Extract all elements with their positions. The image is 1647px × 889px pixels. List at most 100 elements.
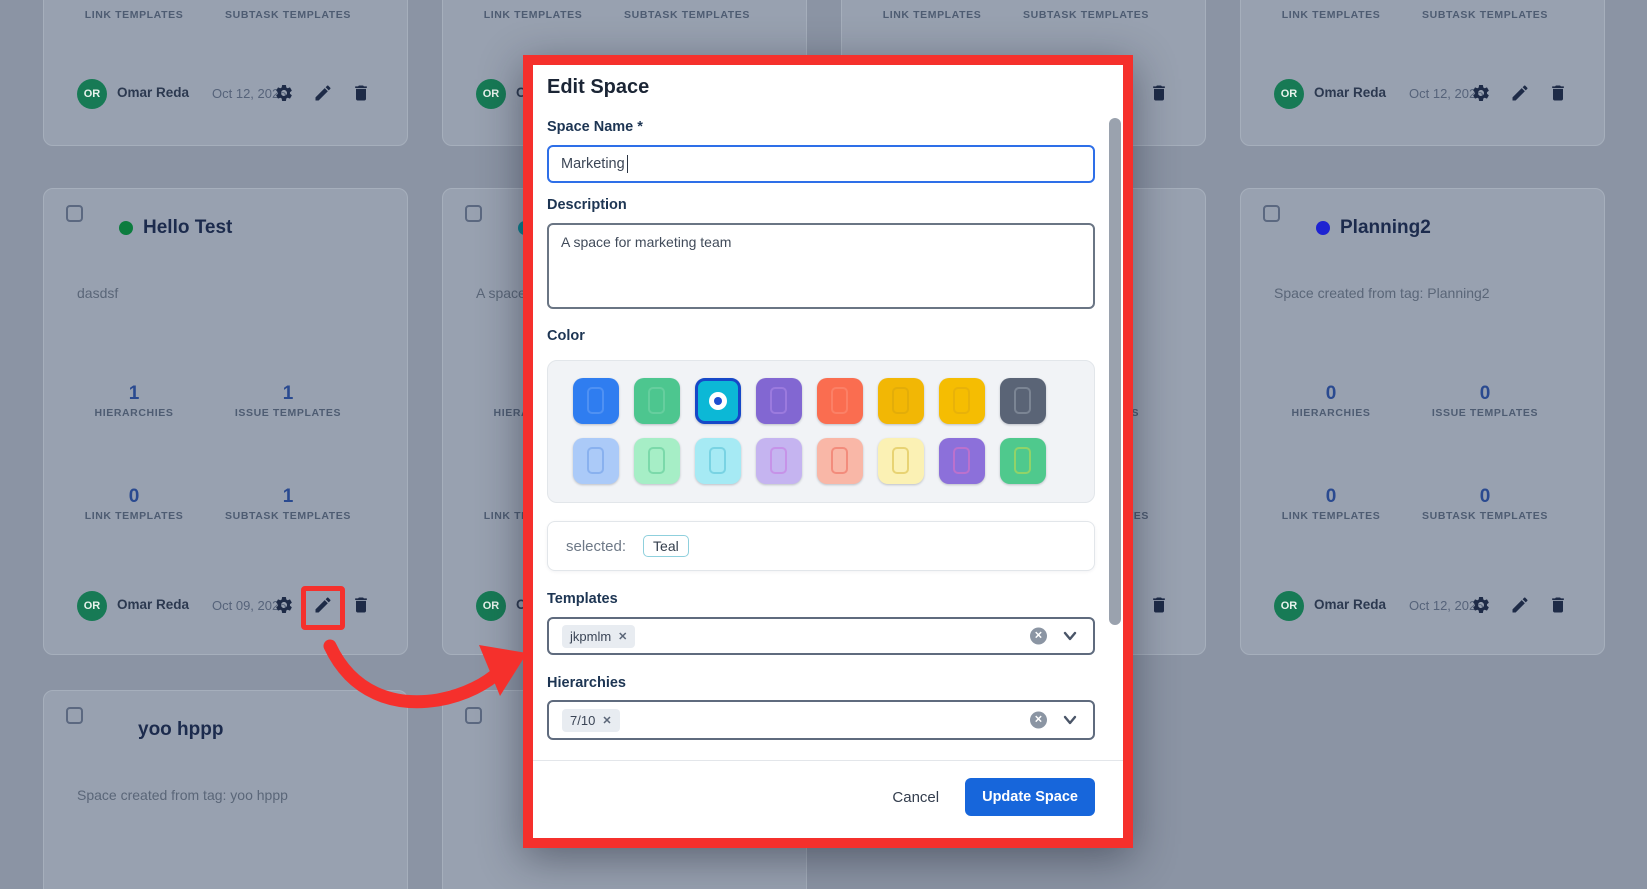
color-swatch-amber[interactable] [878,378,924,424]
settings-button[interactable] [1470,595,1492,617]
space-color-dot [1316,221,1330,235]
edit-button[interactable] [312,83,334,105]
delete-button[interactable] [1547,595,1569,617]
swatch-glyph-icon [831,387,848,414]
hierarchies-select[interactable]: 7/10 ✕ ✕ [547,700,1095,740]
remove-tag-icon[interactable]: ✕ [602,714,611,727]
color-swatch-light-purple[interactable] [756,438,802,484]
stat: 0 LINK TEMPLATES [54,487,214,522]
clear-hierarchies-button[interactable]: ✕ [1030,712,1047,729]
trash-icon [351,83,371,103]
stat-label: LINK TEMPLATES [1251,9,1411,21]
trash-icon [1149,83,1169,103]
stat-label: ISSUE TEMPLATES [1405,407,1565,419]
swatch-row [573,438,1094,484]
stat: 1 SUBTASK TEMPLATES [208,487,368,522]
edit-button[interactable] [1509,83,1531,105]
space-name-input[interactable]: Marketing [547,145,1095,183]
card-checkbox[interactable] [465,205,482,222]
stat-label: HIERARCHIES [1251,407,1411,419]
trash-icon [1548,83,1568,103]
edit-space-form: Edit Space Space Name * Marketing Descri… [547,65,1095,838]
card-footer: OR Omar Reda Oct 12, 2025 [1241,75,1604,113]
space-description: dasdsf [77,285,391,301]
color-swatch-light-green[interactable] [634,438,680,484]
color-swatch-green[interactable] [634,378,680,424]
color-swatch-slate[interactable] [1000,378,1046,424]
stat-label: SUBTASK TEMPLATES [208,9,368,21]
card-checkbox[interactable] [66,205,83,222]
template-tag: jkpmlm ✕ [562,625,635,648]
space-title: yoo hppp [138,719,223,741]
swatch-glyph-icon [648,387,665,414]
color-swatch-teal[interactable] [695,378,741,424]
modal-scrollbar-thumb[interactable] [1109,118,1121,625]
spaces-page: LINK TEMPLATESSUBTASK TEMPLATES OR Omar … [0,0,1647,889]
stat-label: LINK TEMPLATES [54,510,214,522]
color-swatch-light-blue[interactable] [573,438,619,484]
templates-select[interactable]: jkpmlm ✕ ✕ [547,617,1095,655]
color-swatch-green-2[interactable] [1000,438,1046,484]
color-swatch-blue[interactable] [573,378,619,424]
hierarchy-tag: 7/10 ✕ [562,709,620,732]
pencil-icon [1510,83,1530,103]
stat-label: LINK TEMPLATES [852,9,1012,21]
stat-value: 1 [208,384,368,404]
space-card: Hello Test dasdsf 1 HIERARCHIES1 ISSUE T… [43,188,408,655]
modal-title: Edit Space [547,76,649,99]
delete-button[interactable] [350,595,372,617]
stat-value: 0 [1405,384,1565,404]
delete-button[interactable] [1547,83,1569,105]
clear-icon: ✕ [1034,631,1042,642]
cancel-button[interactable]: Cancel [892,789,939,806]
stat-value: 0 [54,487,214,507]
space-title: Planning2 [1340,217,1431,239]
chevron-down-icon[interactable] [1063,715,1077,725]
space-name-label: Space Name * [547,119,643,135]
card-title-row: yoo hppp [138,719,223,741]
description-label: Description [547,197,627,213]
chevron-down-icon[interactable] [1063,631,1077,641]
color-swatch-purple[interactable] [756,378,802,424]
delete-button[interactable] [1148,595,1170,617]
swatch-glyph-icon [953,387,970,414]
settings-button[interactable] [273,83,295,105]
swatch-glyph-icon [587,447,604,474]
stat-value: 0 [1251,384,1411,404]
owner-name: Omar Reda [1314,85,1386,100]
stat-label: LINK TEMPLATES [453,9,613,21]
card-checkbox[interactable] [1263,205,1280,222]
color-swatch-light-cyan[interactable] [695,438,741,484]
color-swatch-light-yellow[interactable] [878,438,924,484]
color-swatch-coral[interactable] [817,378,863,424]
color-swatch-yellow[interactable] [939,378,985,424]
description-textarea[interactable]: A space for marketing team [547,223,1095,309]
settings-button[interactable] [1470,83,1492,105]
delete-button[interactable] [350,83,372,105]
update-space-button[interactable]: Update Space [965,778,1095,816]
selected-check-icon [709,392,727,410]
pencil-icon [313,83,333,103]
settings-button[interactable] [273,595,295,617]
clear-templates-button[interactable]: ✕ [1030,628,1047,645]
swatch-glyph-icon [1014,447,1031,474]
edit-button-highlight [301,586,345,630]
color-palette [547,360,1095,503]
text-caret [627,155,629,173]
card-footer: OR Omar Reda Oct 12, 2025 [44,75,407,113]
stat: 0 ISSUE TEMPLATES [1405,384,1565,419]
remove-tag-icon[interactable]: ✕ [618,630,627,643]
stat: 0 HIERARCHIES [1251,384,1411,419]
color-swatch-light-salmon[interactable] [817,438,863,484]
edit-button[interactable] [1509,595,1531,617]
template-tag-text: jkpmlm [570,629,611,644]
color-swatch-violet[interactable] [939,438,985,484]
owner-name: Omar Reda [117,597,189,612]
card-checkbox[interactable] [465,707,482,724]
delete-button[interactable] [1148,83,1170,105]
description-value: A space for marketing team [561,234,731,250]
stat: 0 SUBTASK TEMPLATES [1405,487,1565,522]
card-title-row: Planning2 [1316,217,1431,239]
stat-label: LINK TEMPLATES [54,9,214,21]
card-checkbox[interactable] [66,707,83,724]
